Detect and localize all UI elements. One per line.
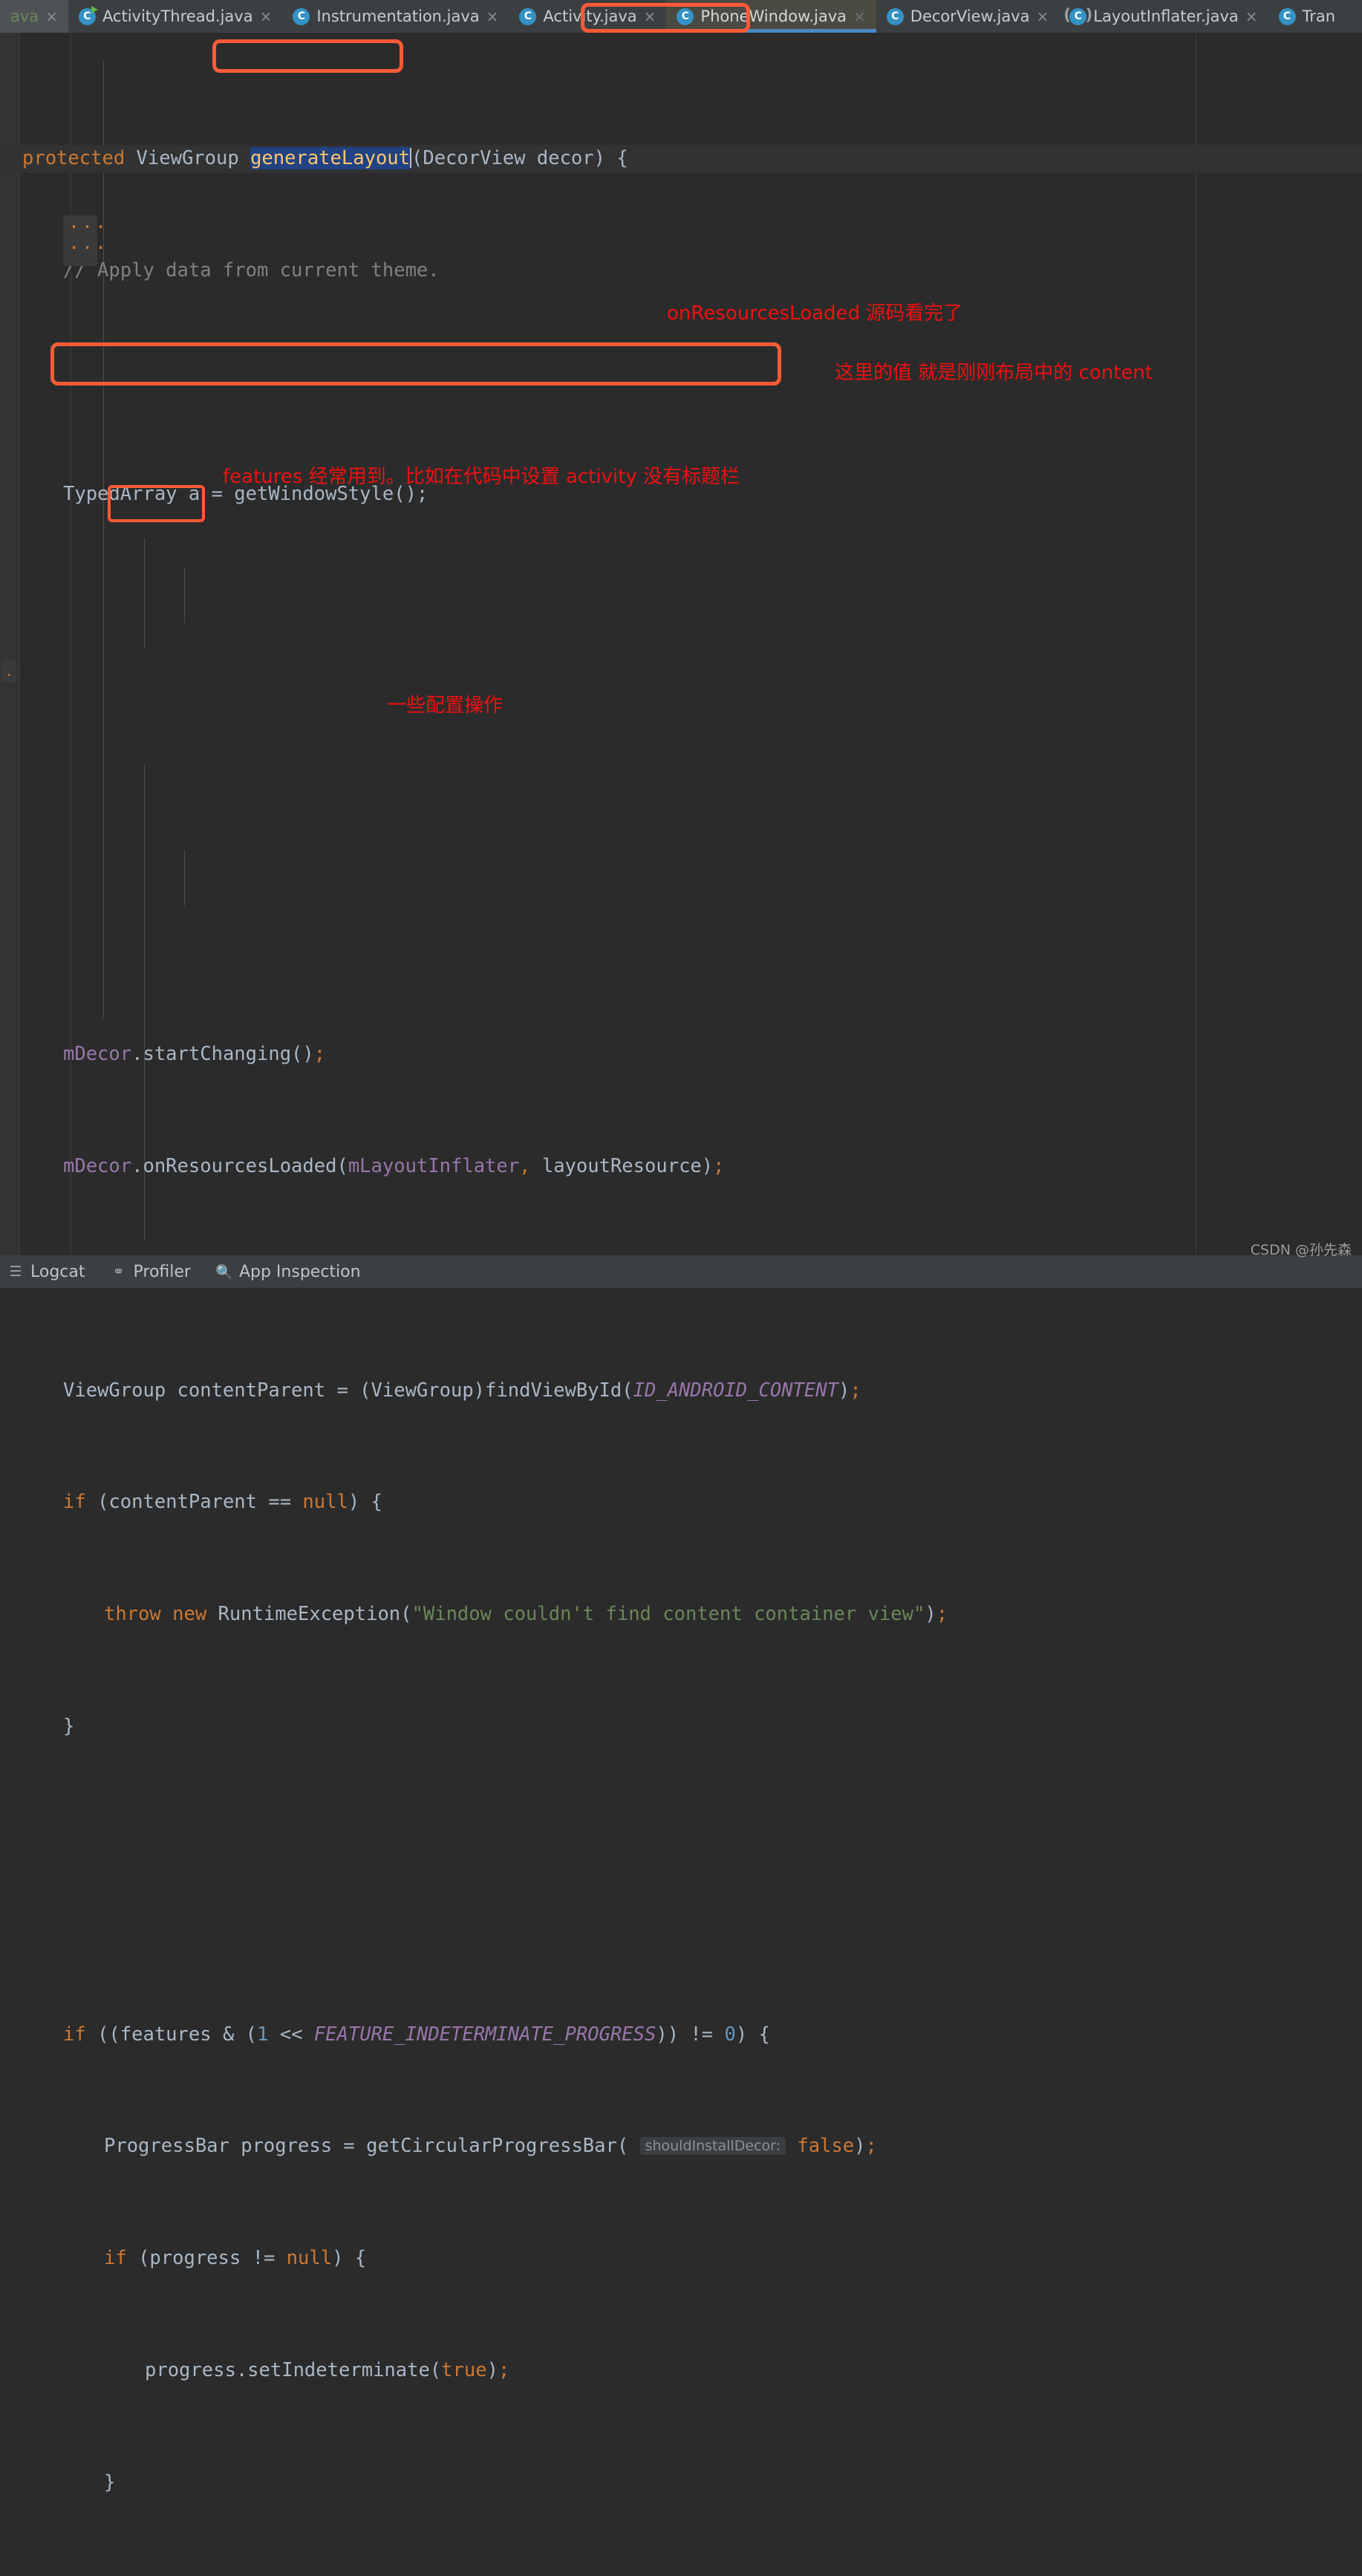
tab-instrumentation-java[interactable]: C Instrumentation.java × [282,0,509,33]
status-item-app-inspection[interactable]: 🔍 App Inspection [215,1262,361,1281]
tab-label: ActivityThread.java [102,7,253,25]
tab-label: Tran [1302,7,1336,25]
tab-label: PhoneWindow.java [700,7,847,25]
java-class-icon: C [886,7,904,25]
tab-label: Instrumentation.java [316,7,480,25]
tab-tran[interactable]: C Tran [1268,0,1346,33]
code-editor[interactable]: protected ViewGroup generateLayout(Decor… [0,33,1362,2494]
close-icon[interactable]: × [260,9,273,24]
code-line-on-resources-loaded[interactable]: mDecor.onResourcesLoaded(mLayoutInflater… [0,1153,1362,1181]
tab-label: DecorView.java [910,7,1030,25]
logcat-icon: ☰ [9,1263,22,1280]
annotation-content-value: 这里的值 就是刚刚布局中的 content [835,362,1153,384]
tab-label: LayoutInflater.java [1093,7,1239,25]
status-item-label: Logcat [30,1262,85,1281]
fold-dots-row: ... [68,211,109,232]
status-item-logcat[interactable]: ☰ Logcat [7,1263,85,1281]
tab-label: Activity.java [543,7,637,25]
collapsed-code-block[interactable]: ... ... [63,211,106,266]
tab-ava[interactable]: ava × [0,0,68,33]
code-line-content-parent[interactable]: ViewGroup contentParent = (ViewGroup)fin… [0,1377,1362,1405]
editor-tab-bar: ava × C ActivityThread.java × C Instrume… [0,0,1362,33]
signature-params: (DecorView decor) { [411,146,628,169]
parameter-hint-chip: shouldInstallDecor: [639,2137,786,2156]
java-class-abstract-icon: C [1063,6,1092,25]
keyword-protected: protected [22,146,126,169]
java-class-run-icon: C [78,5,98,25]
annotation-resources-loaded: onResourcesLoaded 源码看完了 [667,302,963,325]
brace: } [104,2471,116,2494]
java-class-icon: C [519,7,537,25]
tab-phonewindow-java[interactable]: C PhoneWindow.java × [666,0,876,33]
code-line-set-indeterminate[interactable]: progress.setIndeterminate(true); [0,2357,1362,2385]
bottom-tool-window-bar: ☰ Logcat ⚭ Profiler 🔍 App Inspection [0,1255,1362,1288]
annotation-config: 一些配置操作 [387,695,504,717]
tab-activitythread-java[interactable]: C ActivityThread.java × [68,0,282,33]
tab-label: ava [10,7,39,25]
code-line-folded-region[interactable] [0,761,1362,789]
profiler-icon: ⚭ [112,1263,125,1280]
close-icon[interactable]: × [644,9,656,24]
code-line-if-content-null[interactable]: if (contentParent == null) { [0,1489,1362,1517]
brace: } [63,1714,75,1737]
code-line-if-features[interactable]: if ((features & (1 << FEATURE_INDETERMIN… [0,2021,1362,2049]
close-icon[interactable]: × [1036,9,1049,24]
code-line-throw-runtime[interactable]: throw new RuntimeException("Window could… [0,1601,1362,1629]
close-icon[interactable]: × [853,9,866,24]
tab-decorview-java[interactable]: C DecorView.java × [876,0,1059,33]
java-class-icon: C [677,7,694,25]
tab-layoutinflater-java[interactable]: C LayoutInflater.java × [1059,0,1268,33]
left-gutter-fold-marker[interactable]: . [1,660,16,683]
tab-activity-java[interactable]: C Activity.java × [509,0,666,33]
code-line-start-changing[interactable]: mDecor.startChanging(); [0,1041,1362,1069]
code-line-comment-apply[interactable]: // Apply data from current theme. [0,257,1362,285]
code-line-progressbar[interactable]: ProgressBar progress = getCircularProgre… [0,2133,1362,2161]
close-icon[interactable]: × [45,9,58,24]
java-class-icon: C [293,7,310,25]
fold-dots-row: ... [68,232,109,253]
status-item-label: Profiler [133,1262,191,1281]
status-item-label: App Inspection [238,1262,361,1281]
app-inspection-icon: 🔍 [215,1263,233,1281]
code-line-close-brace[interactable]: } [0,1713,1362,1741]
comment-text: // Apply data from current theme. [63,258,440,282]
close-icon[interactable]: × [1245,9,1258,24]
code-line-if-progress-null[interactable]: if (progress != null) { [0,2245,1362,2273]
code-line-close-brace[interactable]: } [0,2469,1362,2497]
java-class-icon: C [1278,7,1296,25]
selected-method-name[interactable]: generateLayout [250,146,410,169]
return-type: ViewGroup [136,146,239,169]
status-item-profiler[interactable]: ⚭ Profiler [111,1263,191,1281]
code-line-signature[interactable]: protected ViewGroup generateLayout(Decor… [0,144,1362,173]
csdn-watermark: CSDN @孙先森 [1250,1242,1352,1258]
close-icon[interactable]: × [486,9,499,24]
code-content[interactable]: protected ViewGroup generateLayout(Decor… [0,33,1362,2576]
annotation-features: features 经常用到。比如在代码中设置 activity 没有标题栏 [223,466,740,488]
